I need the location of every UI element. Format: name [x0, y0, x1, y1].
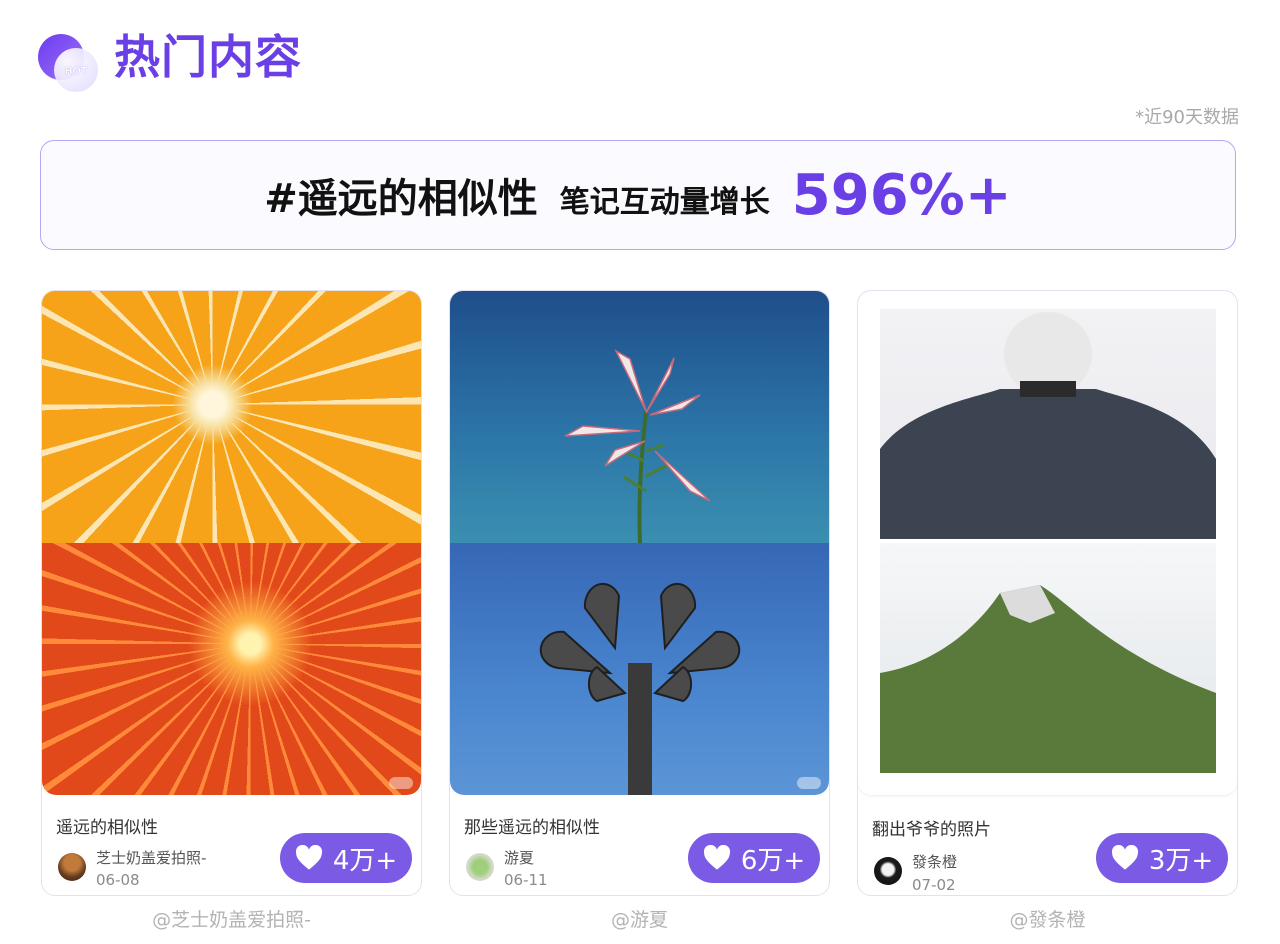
growth-value: 596%+: [791, 162, 1012, 228]
watermark-icon: [797, 777, 821, 789]
growth-banner: #遥远的相似性 笔记互动量增长 596%+: [40, 140, 1236, 250]
growth-label: 笔记互动量增长: [559, 185, 770, 220]
post-date: 06-11: [504, 871, 548, 889]
post-title[interactable]: 遥远的相似性: [56, 813, 158, 838]
post-title[interactable]: 那些遥远的相似性: [464, 813, 600, 838]
fireworks-image[interactable]: [42, 543, 421, 795]
heart-icon: [295, 845, 322, 870]
hot-logo-icon: HOT: [38, 34, 100, 92]
post-card[interactable]: 翻出爷爷的照片 發条橙 07-02 3万+: [857, 290, 1238, 896]
lily-flower-image[interactable]: [450, 291, 829, 544]
hashtag[interactable]: #遥远的相似性: [264, 166, 538, 224]
data-range-note: *近90天数据: [1135, 107, 1239, 128]
like-count: 4万+: [332, 845, 398, 876]
orange-slice-image[interactable]: [42, 291, 421, 543]
avatar[interactable]: [58, 853, 86, 881]
post-card[interactable]: 那些遥远的相似性 游夏 06-11 6万+: [449, 290, 830, 896]
hot-badge-text: HOT: [65, 66, 88, 77]
watermark-icon: [389, 777, 413, 789]
like-count: 3万+: [1148, 845, 1214, 876]
page-title: 热门内容: [114, 30, 302, 84]
like-count: 6万+: [740, 845, 806, 876]
author-handle: @游夏: [610, 909, 668, 931]
loudspeaker-image[interactable]: [450, 543, 829, 795]
avatar[interactable]: [874, 857, 902, 885]
avatar[interactable]: [466, 853, 494, 881]
author-name[interactable]: 發条橙: [912, 851, 957, 872]
post-card[interactable]: 遥远的相似性 芝士奶盖爱拍照- 06-08 4万+: [41, 290, 422, 896]
mountain-image[interactable]: [880, 543, 1216, 773]
author-handle: @發条橙: [1009, 909, 1086, 931]
lily-illustration: [564, 349, 711, 544]
post-date: 06-08: [96, 871, 140, 889]
like-button[interactable]: 4万+: [280, 833, 412, 883]
speaker-illustration: [539, 582, 741, 795]
post-date: 07-02: [912, 876, 956, 894]
author-name[interactable]: 游夏: [504, 847, 534, 868]
author-handle: @芝士奶盖爱拍照-: [152, 909, 311, 931]
heart-icon: [1111, 845, 1138, 870]
grandpa-back-image[interactable]: [880, 309, 1216, 539]
like-button[interactable]: 6万+: [688, 833, 820, 883]
author-name[interactable]: 芝士奶盖爱拍照-: [96, 847, 206, 868]
like-button[interactable]: 3万+: [1096, 833, 1228, 883]
mountain-illustration: [880, 585, 1216, 773]
grandpa-illustration: [880, 312, 1216, 539]
post-title[interactable]: 翻出爷爷的照片: [872, 815, 991, 840]
heart-icon: [703, 845, 730, 870]
photo-collage: [858, 291, 1237, 795]
